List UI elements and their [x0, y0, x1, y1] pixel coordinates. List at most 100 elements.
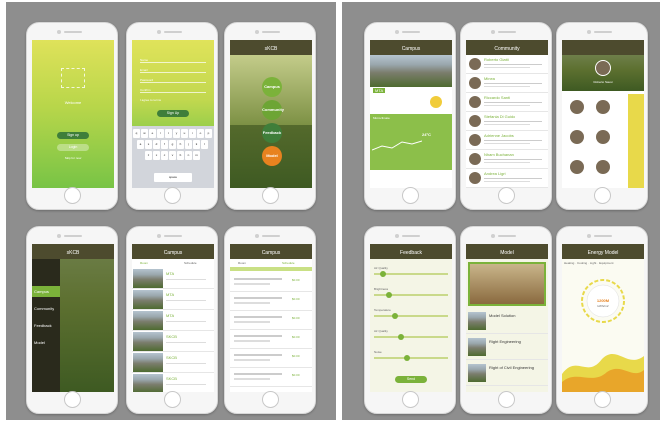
room-row[interactable]: SKCB: [132, 352, 214, 373]
key[interactable]: z: [145, 151, 152, 160]
key[interactable]: c: [161, 151, 168, 160]
model-item[interactable]: Right Engineering: [466, 336, 548, 360]
schedule-row[interactable]: $0.00: [230, 368, 312, 387]
send-button[interactable]: Send: [395, 376, 427, 383]
phone-energy: Energy Model Heating · Cooling · Light ·…: [556, 226, 648, 414]
drawer-item-community[interactable]: Community: [34, 306, 54, 311]
slider-track[interactable]: [374, 336, 448, 338]
room-row[interactable]: MTA: [132, 310, 214, 331]
drawer-item-model[interactable]: Model: [34, 340, 45, 345]
tab-room[interactable]: Room: [140, 261, 148, 265]
key[interactable]: n: [185, 151, 192, 160]
key[interactable]: j: [185, 140, 192, 149]
key[interactable]: y: [173, 129, 180, 138]
model-item[interactable]: Model Solution: [466, 310, 548, 334]
schedule-row[interactable]: $0.00: [230, 273, 312, 292]
community-title: Community: [494, 46, 520, 52]
drawer-item-feedback[interactable]: Feedback: [34, 323, 52, 328]
tab-schedule[interactable]: Schedule: [282, 261, 295, 265]
model-circle[interactable]: Model: [262, 146, 282, 166]
post-line: [484, 143, 530, 144]
campus-circle[interactable]: Campus: [262, 77, 282, 97]
key[interactable]: x: [153, 151, 160, 160]
room-line: [166, 300, 206, 301]
key[interactable]: e: [149, 129, 156, 138]
key[interactable]: o: [197, 129, 204, 138]
key[interactable]: h: [177, 140, 184, 149]
room-row[interactable]: MTA: [132, 289, 214, 310]
email-field[interactable]: Email: [140, 68, 206, 73]
key[interactable]: r: [157, 129, 164, 138]
energy-unit: kWh/m2: [597, 304, 609, 308]
community-circle[interactable]: Community: [262, 100, 284, 120]
friend-avatar[interactable]: [570, 100, 584, 114]
room-line: [166, 363, 206, 364]
community-post[interactable]: Roberto Giatti: [466, 55, 548, 74]
key[interactable]: p: [205, 129, 212, 138]
schedule-line: [234, 340, 270, 342]
slider-thumb[interactable]: [380, 271, 386, 277]
friend-avatar[interactable]: [596, 100, 610, 114]
password-field[interactable]: Password: [140, 78, 206, 83]
space-key[interactable]: space: [154, 173, 192, 182]
key[interactable]: s: [145, 140, 152, 149]
community-post[interactable]: Minea: [466, 74, 548, 93]
key[interactable]: a: [137, 140, 144, 149]
schedule-row[interactable]: $0.00: [230, 292, 312, 311]
slider-thumb[interactable]: [398, 334, 404, 340]
name-field[interactable]: Name: [140, 58, 206, 63]
community-post[interactable]: Adrienne Jacobs: [466, 131, 548, 150]
sun-icon: [430, 96, 442, 108]
drawer-item-campus[interactable]: Campus: [34, 289, 49, 294]
room-row[interactable]: MTA: [132, 268, 214, 289]
schedule-row[interactable]: $0.00: [230, 330, 312, 349]
slider-label: Air Quality: [374, 329, 388, 333]
key[interactable]: t: [165, 129, 172, 138]
key[interactable]: f: [161, 140, 168, 149]
slider-track[interactable]: [374, 315, 448, 317]
friend-avatar[interactable]: [596, 130, 610, 144]
slider-thumb[interactable]: [386, 292, 392, 298]
key[interactable]: l: [201, 140, 208, 149]
tab-schedule[interactable]: Schedule: [184, 261, 197, 265]
slider-track[interactable]: [374, 357, 448, 359]
key[interactable]: w: [141, 129, 148, 138]
schedule-line: [234, 335, 282, 337]
community-post[interactable]: Stefania Di Guido: [466, 112, 548, 131]
room-name: SKCB: [166, 376, 177, 381]
key[interactable]: b: [177, 151, 184, 160]
confirm-field[interactable]: Confirm: [140, 88, 206, 93]
signup-submit-button[interactable]: Sign Up: [157, 110, 189, 117]
key[interactable]: q: [133, 129, 140, 138]
feedback-circle[interactable]: Feedback: [262, 123, 282, 143]
key[interactable]: m: [193, 151, 200, 160]
community-post[interactable]: Andrea Ligri: [466, 169, 548, 188]
friend-avatar[interactable]: [570, 160, 584, 174]
key[interactable]: i: [189, 129, 196, 138]
login-button[interactable]: Login: [57, 144, 89, 151]
key[interactable]: d: [153, 140, 160, 149]
schedule-row[interactable]: $0.00: [230, 311, 312, 330]
logo-icon: [61, 68, 85, 88]
key[interactable]: g: [169, 140, 176, 149]
model-item[interactable]: Right of Civil Engineering: [466, 362, 548, 386]
slider-thumb[interactable]: [392, 313, 398, 319]
room-thumb: [133, 353, 163, 372]
home-button: [64, 391, 81, 408]
tab-room[interactable]: Room: [238, 261, 246, 265]
skip-link[interactable]: Skip for now: [32, 156, 114, 160]
friend-avatar[interactable]: [570, 130, 584, 144]
room-row[interactable]: SKCB: [132, 331, 214, 352]
key[interactable]: k: [193, 140, 200, 149]
schedule-row[interactable]: $0.00: [230, 349, 312, 368]
community-post[interactable]: Nham Buchanan: [466, 150, 548, 169]
community-post[interactable]: Riccardo Santi: [466, 93, 548, 112]
slider-thumb[interactable]: [404, 355, 410, 361]
signup-button[interactable]: Sign up: [57, 132, 89, 139]
key[interactable]: v: [169, 151, 176, 160]
energy-screen: Energy Model Heating · Cooling · Light ·…: [562, 244, 644, 392]
friend-avatar[interactable]: [596, 160, 610, 174]
energy-area-chart: [562, 354, 644, 392]
key[interactable]: u: [181, 129, 188, 138]
room-row[interactable]: SKCB: [132, 373, 214, 392]
